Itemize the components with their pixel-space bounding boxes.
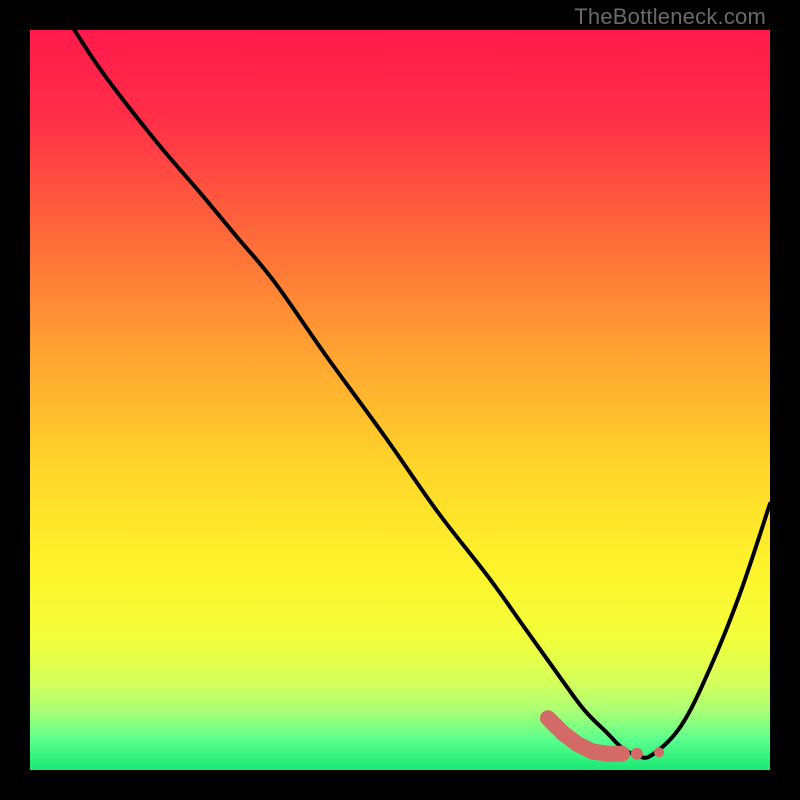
curve-layer: [30, 30, 770, 770]
chart-frame: TheBottleneck.com: [0, 0, 800, 800]
plot-area: [30, 30, 770, 770]
highlight-dot: [631, 748, 643, 760]
highlight-dot-isolated: [654, 747, 664, 757]
watermark-label: TheBottleneck.com: [574, 4, 766, 30]
highlight-markers: [548, 718, 664, 760]
bottleneck-curve: [74, 30, 770, 758]
